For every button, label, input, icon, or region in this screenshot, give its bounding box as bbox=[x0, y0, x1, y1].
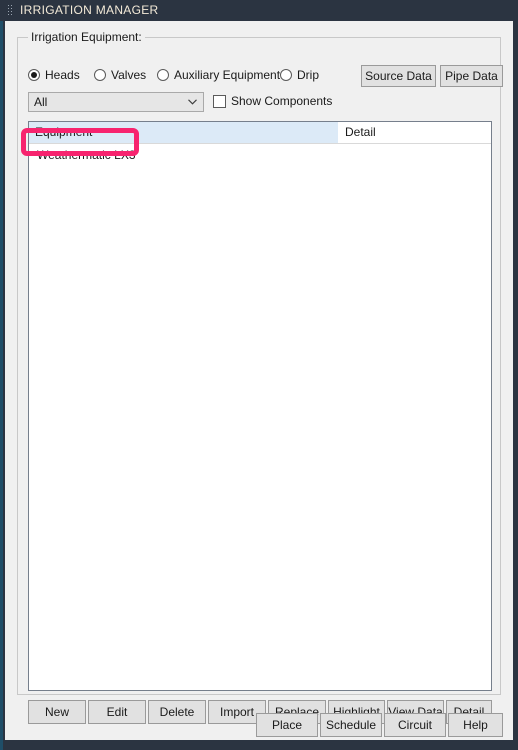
show-components-label: Show Components bbox=[231, 94, 333, 108]
radio-heads[interactable]: Heads bbox=[28, 67, 80, 83]
radio-valves[interactable]: Valves bbox=[94, 67, 146, 83]
column-header-detail[interactable]: Detail bbox=[338, 122, 491, 143]
window-title: IRRIGATION MANAGER bbox=[20, 3, 159, 17]
column-header-equipment-label: Equipment bbox=[35, 125, 93, 139]
dialog-bottom-buttons: Place Schedule Circuit Help bbox=[5, 713, 513, 739]
drag-grip-icon[interactable] bbox=[8, 5, 13, 17]
irrigation-equipment-group: Irrigation Equipment: Heads Valves Auxil… bbox=[17, 30, 503, 724]
checkbox-indicator-icon bbox=[213, 94, 226, 108]
show-components-checkbox[interactable]: Show Components bbox=[213, 93, 332, 109]
column-header-equipment[interactable]: Equipment bbox=[29, 122, 338, 143]
radio-label-heads: Heads bbox=[45, 68, 80, 82]
column-header-detail-label: Detail bbox=[345, 125, 376, 139]
group-legend: Irrigation Equipment: bbox=[28, 30, 145, 44]
radio-indicator-icon bbox=[28, 69, 40, 81]
window-accent-strip bbox=[0, 0, 3, 750]
list-item-equipment-label: Weathermatic LX3 bbox=[37, 148, 136, 162]
equipment-filter-value: All bbox=[34, 95, 48, 109]
radio-label-auxiliary-equipment: Auxiliary Equipment bbox=[174, 68, 281, 82]
radio-indicator-icon bbox=[157, 69, 169, 81]
radio-indicator-icon bbox=[94, 69, 106, 81]
chevron-down-icon bbox=[188, 99, 197, 105]
dialog-client-area: Irrigation Equipment: Heads Valves Auxil… bbox=[5, 21, 513, 740]
help-button[interactable]: Help bbox=[448, 713, 503, 737]
equipment-filter-dropdown[interactable]: All bbox=[28, 92, 204, 112]
equipment-listview[interactable]: Equipment Detail Weathermatic LX3 bbox=[28, 121, 492, 691]
place-button[interactable]: Place bbox=[256, 713, 318, 737]
window-titlebar[interactable]: IRRIGATION MANAGER bbox=[0, 0, 518, 21]
source-data-button[interactable]: Source Data bbox=[361, 65, 436, 87]
schedule-button[interactable]: Schedule bbox=[320, 713, 382, 737]
radio-label-drip: Drip bbox=[297, 68, 320, 82]
irrigation-manager-window: IRRIGATION MANAGER Irrigation Equipment:… bbox=[0, 0, 518, 750]
listview-body[interactable]: Weathermatic LX3 bbox=[29, 144, 491, 690]
pipe-data-button[interactable]: Pipe Data bbox=[440, 65, 503, 87]
radio-drip[interactable]: Drip bbox=[280, 67, 319, 83]
circuit-button[interactable]: Circuit bbox=[384, 713, 446, 737]
radio-auxiliary-equipment[interactable]: Auxiliary Equipment bbox=[157, 67, 280, 83]
list-item[interactable]: Weathermatic LX3 bbox=[29, 144, 491, 166]
radio-label-valves: Valves bbox=[111, 68, 147, 82]
listview-header: Equipment Detail bbox=[29, 122, 491, 144]
radio-indicator-icon bbox=[280, 69, 292, 81]
